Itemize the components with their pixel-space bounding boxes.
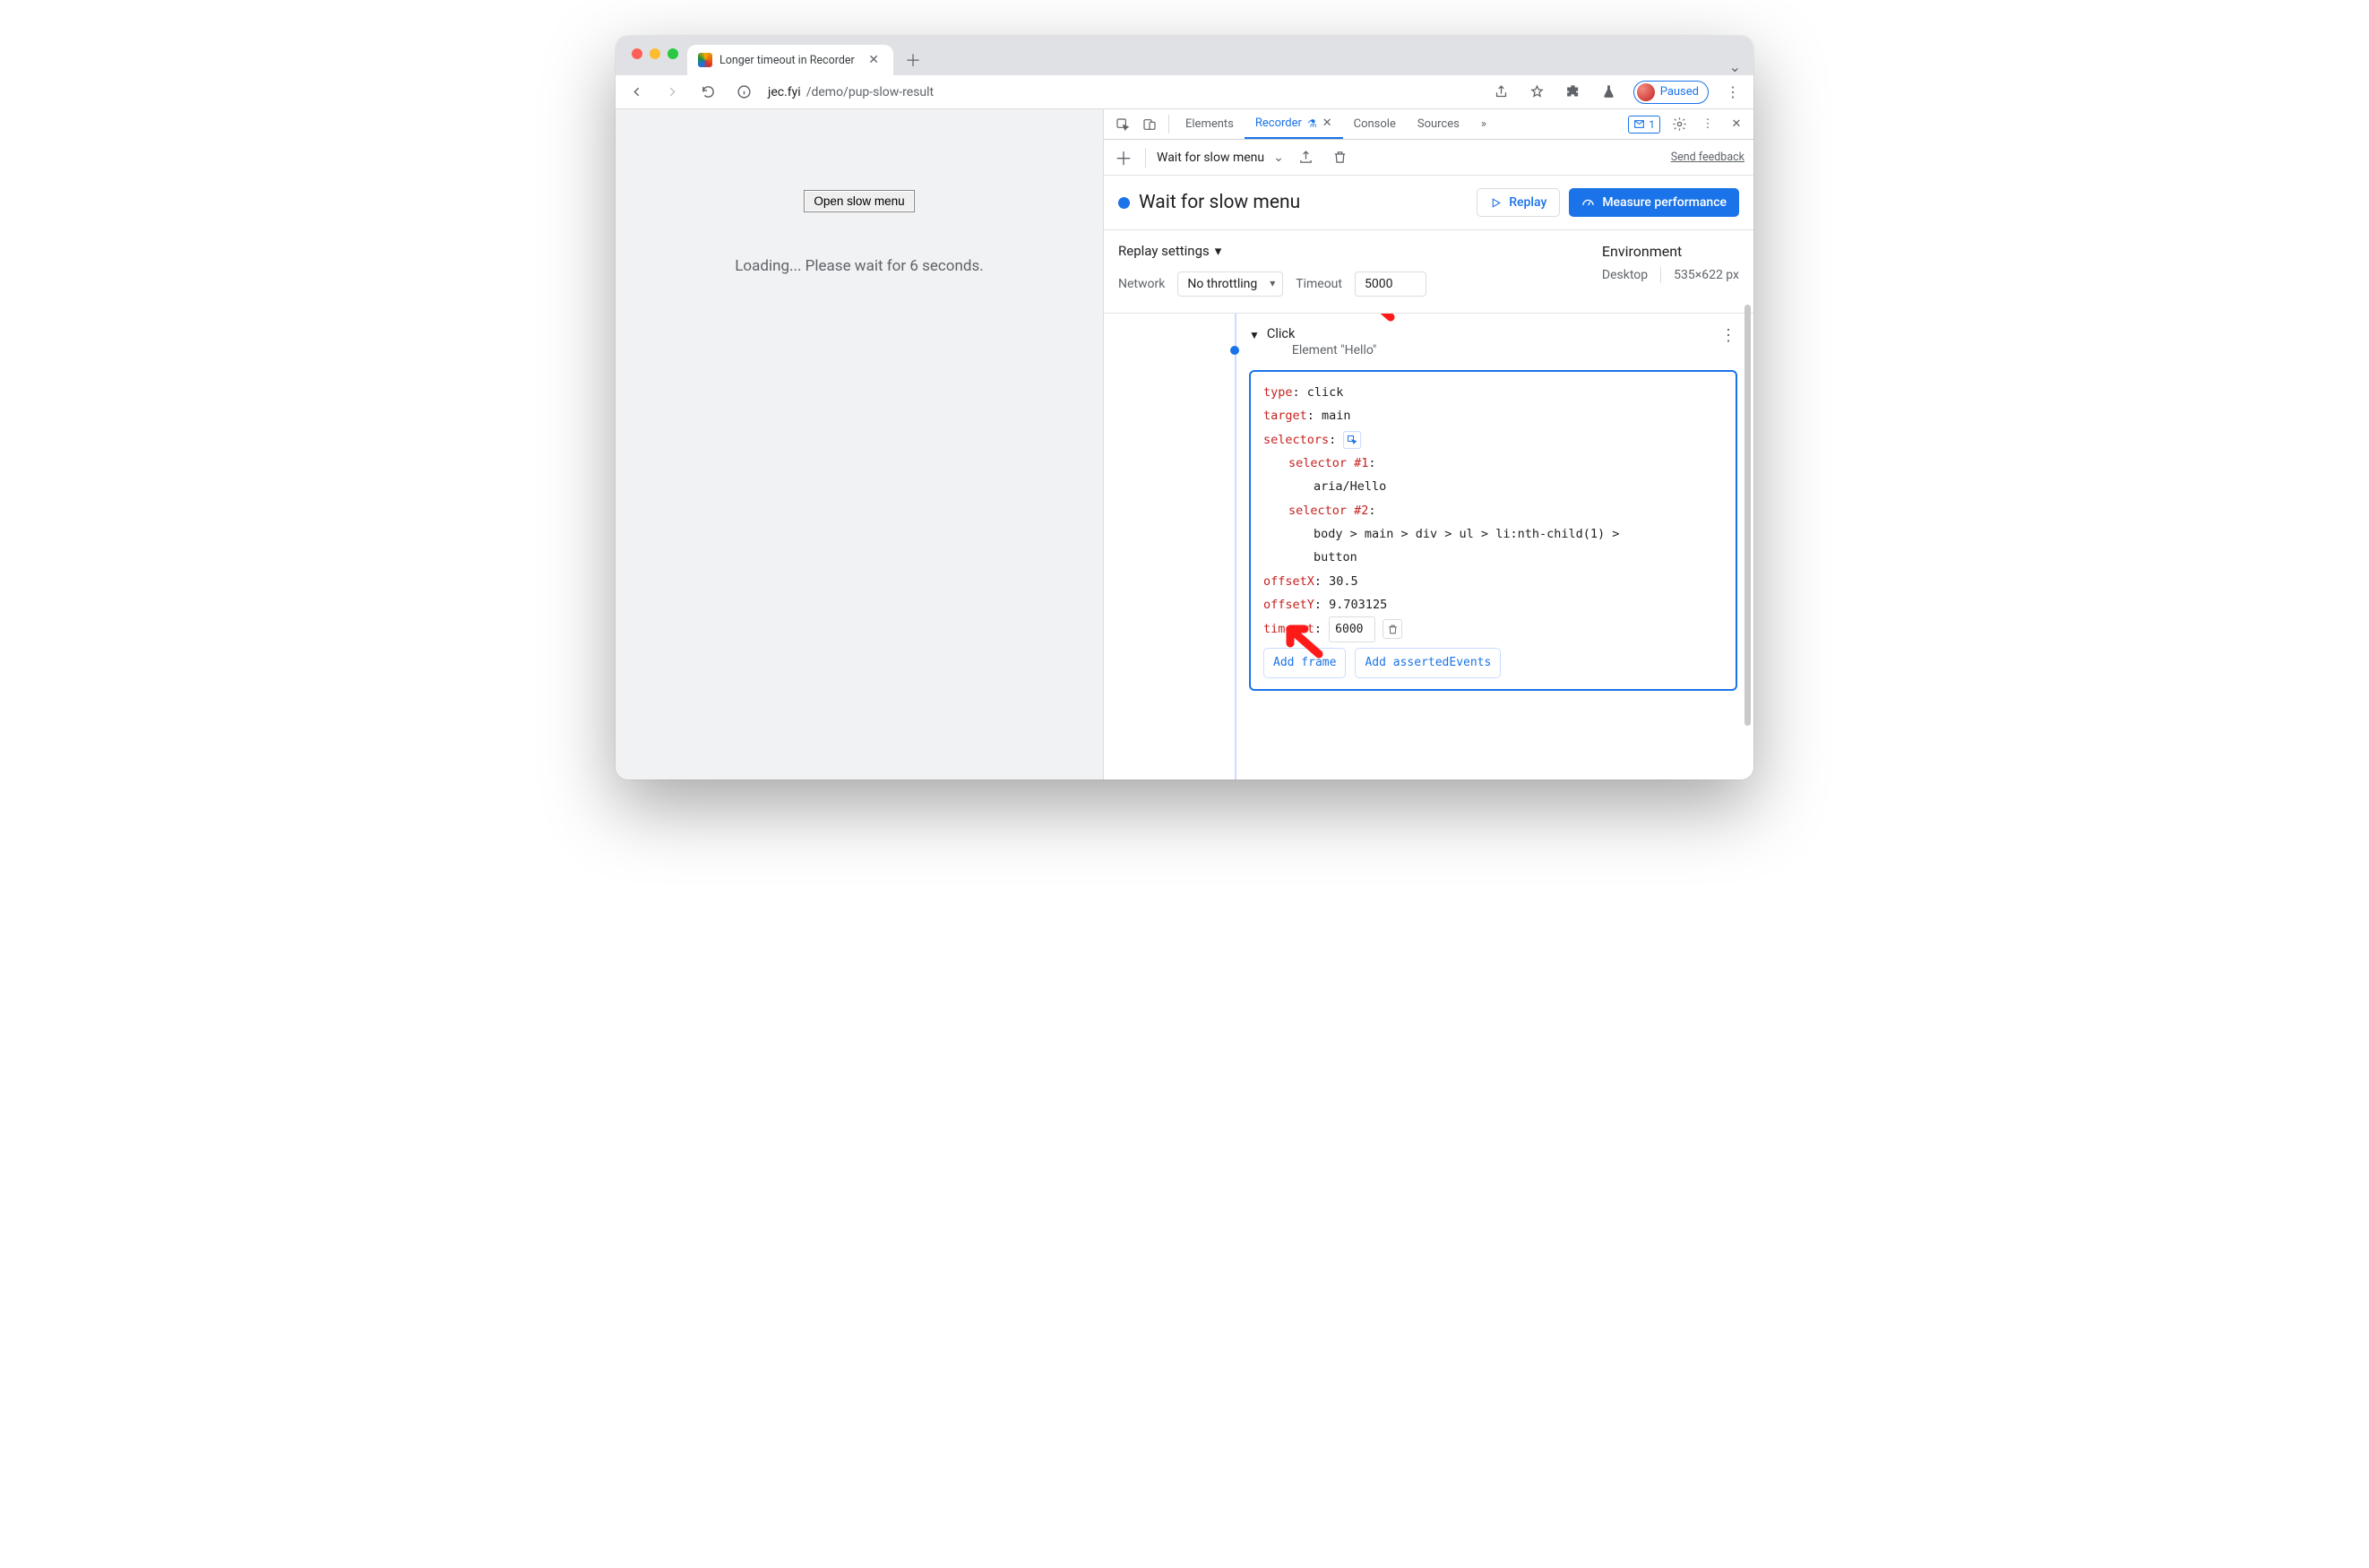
step-name: Click (1267, 326, 1377, 341)
tab-sources[interactable]: Sources (1407, 109, 1470, 139)
timeout-label: Timeout (1296, 277, 1342, 291)
avatar (1637, 83, 1655, 101)
flask-badge-icon: ⚗︎ (1307, 117, 1317, 130)
fullscreen-window-icon[interactable] (668, 48, 678, 59)
browser-tab[interactable]: Longer timeout in Recorder ✕ (687, 45, 893, 75)
favicon-icon (698, 53, 712, 67)
tab-title: Longer timeout in Recorder (719, 54, 855, 67)
issues-chip[interactable]: 1 (1628, 116, 1660, 134)
recording-header: Wait for slow menu Replay Measure perfor… (1104, 176, 1753, 230)
kebab-menu-icon[interactable]: ⋮ (1721, 81, 1744, 104)
back-button[interactable] (625, 81, 648, 104)
loading-text: Loading... Please wait for 6 seconds. (735, 257, 983, 275)
step-details: type: click target: main selectors: sele… (1249, 370, 1737, 691)
profile-label: Paused (1660, 85, 1699, 99)
caret-down-icon: ▾ (1215, 243, 1222, 259)
content-split: Open slow menu Loading... Please wait fo… (616, 109, 1753, 780)
address-bar[interactable]: jec.fyi/demo/pup-slow-result (768, 85, 934, 99)
url-path: /demo/pup-slow-result (806, 85, 934, 99)
chevron-down-icon[interactable]: ⌄ (1729, 49, 1753, 75)
timeline-dot-icon (1230, 346, 1239, 355)
network-throttling-select[interactable]: No throttling (1177, 271, 1283, 297)
trash-icon[interactable] (1329, 146, 1352, 169)
open-slow-menu-button[interactable]: Open slow menu (804, 190, 914, 212)
chevron-down-icon: ⌄ (1273, 151, 1284, 165)
forward-button[interactable] (660, 81, 684, 104)
recording-dot-icon (1118, 197, 1130, 209)
extensions-icon[interactable] (1562, 81, 1585, 104)
timeline-rail (1235, 314, 1236, 780)
site-info-icon[interactable] (732, 81, 755, 104)
recording-selector[interactable]: Wait for slow menu ⌄ (1157, 151, 1284, 165)
step-timeout-input[interactable]: 6000 (1329, 616, 1375, 642)
flask-icon[interactable] (1598, 81, 1621, 104)
tab-console[interactable]: Console (1343, 109, 1407, 139)
share-icon[interactable] (1490, 81, 1513, 104)
step-kebab-icon[interactable]: ⋮ (1720, 326, 1737, 345)
add-asserted-events-button[interactable]: Add assertedEvents (1355, 648, 1501, 677)
close-devtools-icon[interactable]: ✕ (1727, 115, 1746, 134)
gear-icon[interactable] (1669, 115, 1689, 134)
close-tab-icon[interactable]: ✕ (865, 53, 883, 67)
page-viewport: Open slow menu Loading... Please wait fo… (616, 109, 1104, 780)
close-window-icon[interactable] (632, 48, 642, 59)
browser-toolbar: jec.fyi/demo/pup-slow-result Paused ⋮ (616, 75, 1753, 109)
tab-strip: Longer timeout in Recorder ✕ ＋ ⌄ (616, 36, 1753, 75)
environment-device: Desktop (1602, 268, 1648, 282)
environment-info: Environment Desktop 535×622 px (1602, 243, 1739, 283)
more-tabs-icon[interactable]: » (1470, 109, 1497, 139)
timeout-input[interactable]: 5000 (1355, 271, 1426, 297)
pick-selector-icon[interactable] (1343, 431, 1361, 449)
recording-title: Wait for slow menu (1139, 192, 1300, 213)
steps-list: ▼ Click Element "Hello" ⋮ type: click ta… (1104, 314, 1753, 780)
delete-timeout-icon[interactable] (1383, 619, 1402, 639)
window-controls (632, 48, 678, 59)
minimize-window-icon[interactable] (650, 48, 660, 59)
new-tab-button[interactable]: ＋ (900, 47, 926, 73)
device-toolbar-icon[interactable] (1136, 109, 1163, 139)
export-icon[interactable] (1295, 146, 1318, 169)
replay-button[interactable]: Replay (1477, 188, 1560, 217)
environment-title: Environment (1602, 243, 1739, 260)
step-header[interactable]: ▼ Click Element "Hello" ⋮ (1249, 326, 1737, 358)
url-host: jec.fyi (768, 85, 801, 99)
measure-performance-button[interactable]: Measure performance (1569, 188, 1739, 217)
network-label: Network (1118, 277, 1165, 291)
tab-elements[interactable]: Elements (1175, 109, 1245, 139)
step-subtitle: Element "Hello" (1292, 343, 1377, 358)
bookmark-icon[interactable] (1526, 81, 1549, 104)
caret-down-icon: ▼ (1249, 329, 1260, 341)
replay-settings-title[interactable]: Replay settings ▾ (1118, 243, 1426, 259)
replay-settings: Replay settings ▾ Network No throttling … (1104, 230, 1753, 314)
profile-chip[interactable]: Paused (1633, 81, 1709, 104)
close-panel-icon[interactable]: ✕ (1322, 116, 1332, 130)
environment-viewport: 535×622 px (1674, 268, 1739, 282)
send-feedback-link[interactable]: Send feedback (1671, 151, 1744, 164)
devtools-tabs: Elements Recorder ⚗︎ ✕ Console Sources »… (1104, 109, 1753, 140)
add-frame-button[interactable]: Add frame (1263, 648, 1346, 677)
devtools-panel: Elements Recorder ⚗︎ ✕ Console Sources »… (1104, 109, 1753, 780)
browser-window: Longer timeout in Recorder ✕ ＋ ⌄ jec.fyi… (616, 36, 1753, 780)
kebab-icon[interactable]: ⋮ (1698, 115, 1718, 134)
reload-button[interactable] (696, 81, 719, 104)
inspect-element-icon[interactable] (1109, 109, 1136, 139)
tab-recorder[interactable]: Recorder ⚗︎ ✕ (1245, 109, 1343, 139)
new-recording-button[interactable]: ＋ (1113, 144, 1134, 170)
recorder-toolbar: ＋ Wait for slow menu ⌄ Send feedback (1104, 140, 1753, 176)
